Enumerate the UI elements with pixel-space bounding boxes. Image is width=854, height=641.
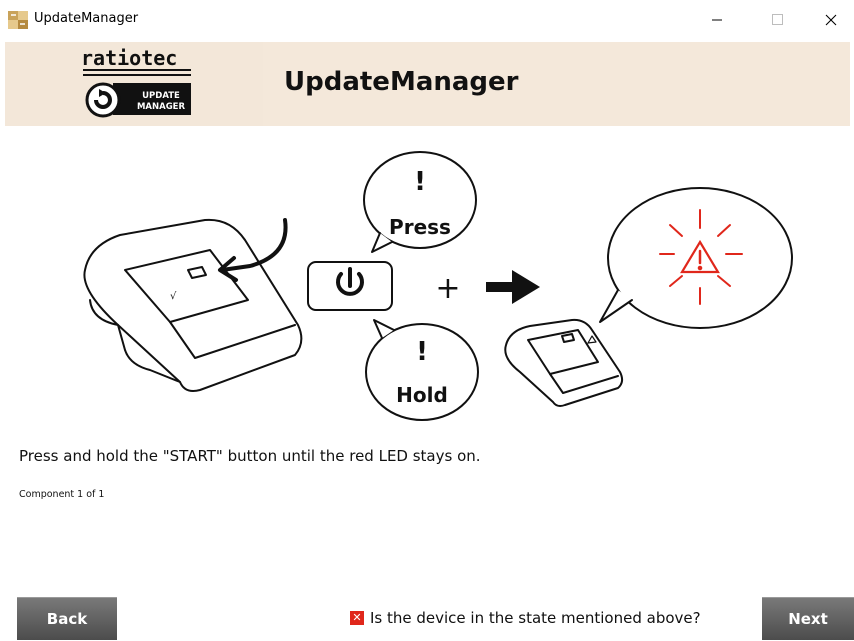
logo-line-2: MANAGER [137, 102, 186, 112]
minimize-icon [712, 19, 722, 21]
maximize-icon [772, 14, 783, 25]
next-button[interactable]: Next [762, 597, 854, 640]
maximize-button[interactable] [754, 0, 800, 40]
plus-sign: + [435, 271, 460, 306]
press-label: Press [389, 215, 451, 239]
logo-brand-text: ratiotec [81, 46, 177, 70]
back-button[interactable]: Back [17, 597, 117, 640]
ratiotec-logo: ratiotec UPDATE MANAGER [81, 46, 191, 118]
logo-panel: ratiotec UPDATE MANAGER [5, 42, 263, 126]
close-button[interactable] [808, 0, 854, 40]
confirm-checkbox-icon[interactable]: ✕ [350, 611, 364, 625]
arrow-right-icon [486, 270, 540, 304]
minimize-button[interactable] [694, 0, 740, 40]
device-illustration: √ ! Press ! Hold + [83, 151, 793, 421]
app-icon [8, 11, 28, 29]
hold-label: Hold [396, 383, 448, 407]
power-button-icon [307, 261, 393, 311]
device-small-image [504, 318, 624, 407]
warning-bubble [599, 187, 793, 329]
close-icon [825, 14, 837, 26]
component-status: Component 1 of 1 [19, 489, 105, 500]
header-banner: ratiotec UPDATE MANAGER UpdateManager [5, 42, 850, 126]
instruction-text: Press and hold the "START" button until … [19, 447, 481, 465]
exclamation-bottom: ! [416, 337, 428, 367]
header-title: UpdateManager [284, 67, 519, 97]
device-large-image: √ [83, 218, 303, 392]
confirm-question[interactable]: ✕ Is the device in the state mentioned a… [350, 609, 701, 627]
title-bar: UpdateManager [0, 0, 854, 40]
exclamation-top: ! [414, 167, 426, 197]
svg-text:√: √ [170, 291, 177, 302]
confirm-question-text: Is the device in the state mentioned abo… [370, 609, 701, 627]
logo-line-1: UPDATE [142, 91, 180, 101]
window-title: UpdateManager [34, 11, 139, 26]
